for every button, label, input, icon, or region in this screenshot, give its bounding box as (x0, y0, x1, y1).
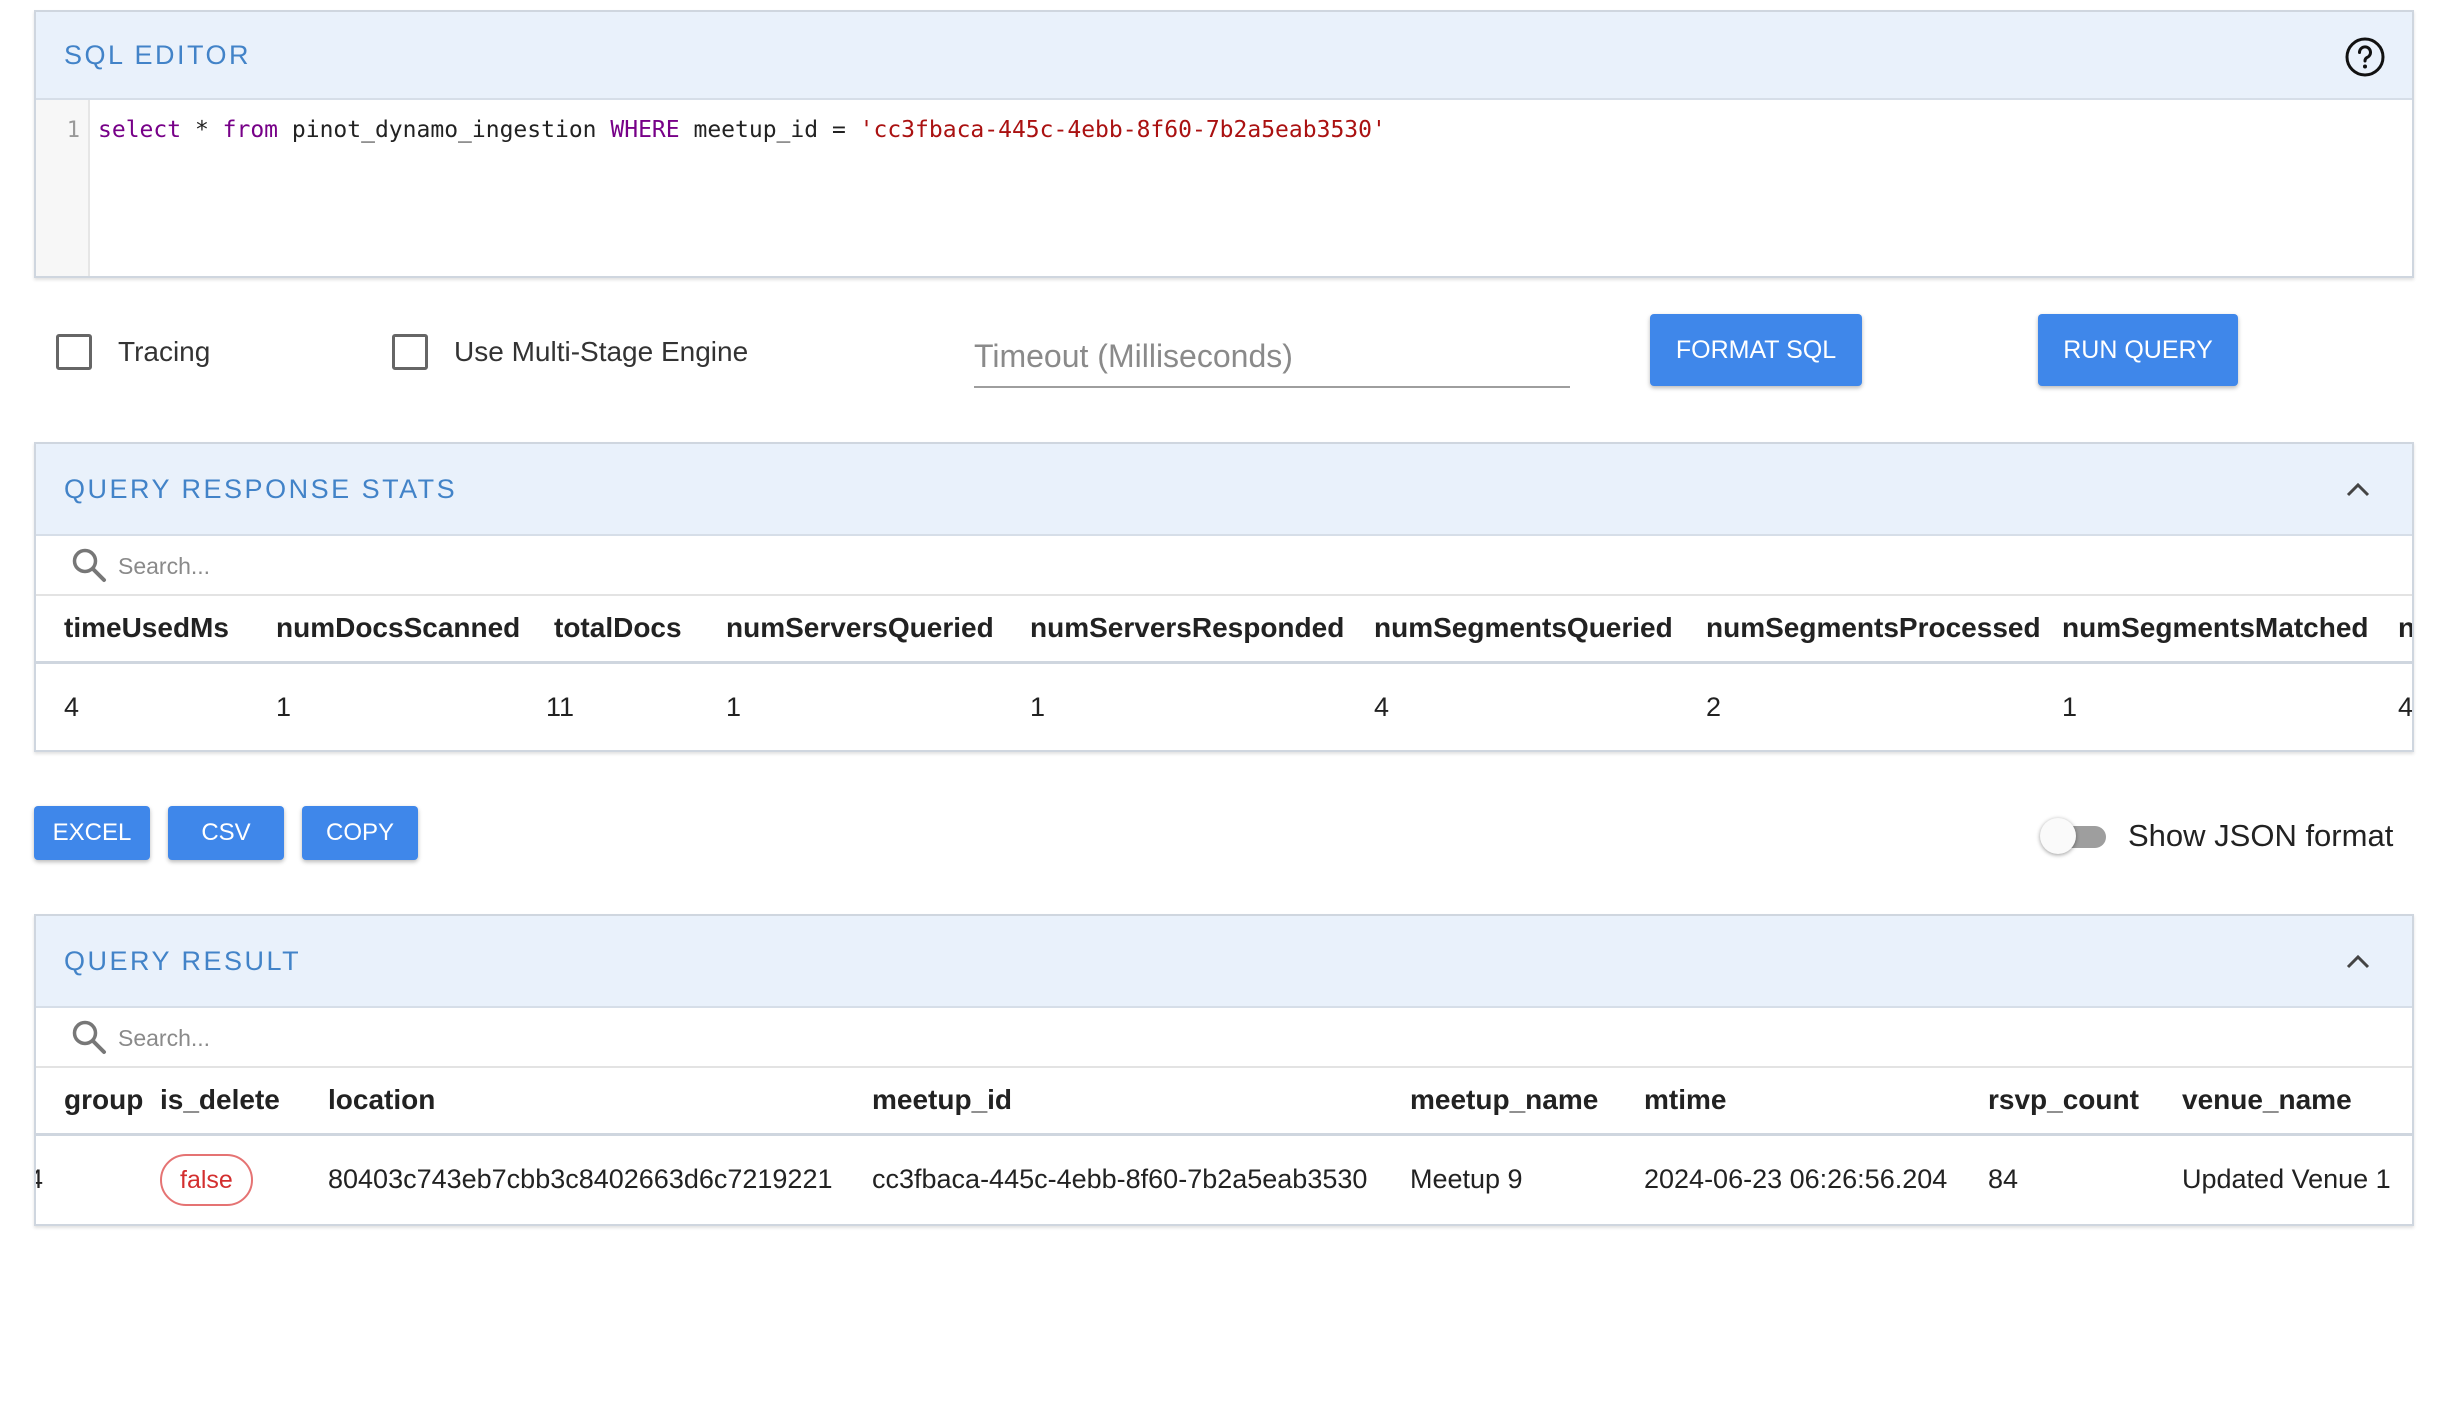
sql-token-keyword: from (222, 117, 279, 143)
chevron-up-icon[interactable] (2344, 948, 2372, 976)
stats-cell: 1 (726, 692, 742, 722)
result-col-header[interactable]: is_delete (160, 1084, 280, 1116)
toggle-thumb[interactable] (2040, 818, 2076, 854)
multistage-checkbox[interactable] (392, 334, 428, 370)
multistage-option[interactable]: Use Multi-Stage Engine (392, 334, 748, 370)
sql-token-string: 'cc3fbaca-445c-4ebb-8f60-7b2a5eab3530' (859, 117, 1386, 143)
search-icon (72, 548, 106, 582)
sql-token-keyword: WHERE (610, 117, 680, 143)
stats-col-header[interactable]: numDocsScanned (276, 612, 520, 644)
tracing-checkbox[interactable] (56, 334, 92, 370)
stats-col-header[interactable]: numServersResponded (1030, 612, 1344, 644)
sql-editor-title: SQL EDITOR (64, 40, 252, 70)
stats-cell: 1 (2062, 692, 2078, 722)
chevron-up-icon[interactable] (2344, 476, 2372, 504)
stats-col-header[interactable]: n (2398, 612, 2412, 644)
result-search-bar (36, 1008, 2412, 1068)
stats-search-bar (36, 536, 2412, 596)
run-query-button[interactable]: RUN QUERY (2038, 314, 2238, 386)
tracing-label: Tracing (118, 336, 211, 367)
table-row: 4 1 11 1 1 4 2 1 4 (36, 664, 2414, 750)
help-circle-icon[interactable] (2344, 36, 2386, 78)
result-col-header[interactable]: location (328, 1084, 435, 1116)
stats-col-header[interactable]: timeUsedMs (64, 612, 229, 644)
line-number: 1 (66, 118, 80, 143)
result-title: QUERY RESULT (64, 946, 302, 976)
stats-cell: 1 (1030, 692, 1046, 722)
sql-token-plain: * (181, 117, 223, 143)
result-col-header[interactable]: meetup_name (1410, 1084, 1598, 1116)
result-col-header[interactable]: venue_name (2182, 1084, 2352, 1116)
result-col-header[interactable]: mtime (1644, 1084, 1726, 1116)
result-col-header[interactable]: meetup_id (872, 1084, 1012, 1116)
timeout-input[interactable] (974, 326, 1570, 388)
stats-cell: 4 (1374, 692, 1390, 722)
stats-cell: 4 (64, 692, 80, 722)
stats-cell: 1 (276, 692, 292, 722)
sql-editor-panel: SQL EDITOR 1 select * from pinot_dynamo_… (34, 10, 2414, 278)
query-response-stats-panel: QUERY RESPONSE STATS timeUsedMs numDocsS… (34, 442, 2414, 752)
sql-token-keyword: select (98, 117, 182, 143)
stats-table: timeUsedMs numDocsScanned totalDocs numS… (36, 596, 2414, 750)
status-badge: false (160, 1154, 253, 1206)
result-cell-location: 80403c743eb7cbb3c8402663d6c7219221 (328, 1164, 833, 1194)
result-col-header[interactable]: rsvp_count (1988, 1084, 2139, 1116)
json-format-label: Show JSON format (2128, 818, 2394, 853)
stats-col-header[interactable]: numSegmentsMatched (2062, 612, 2369, 644)
result-cell-meetup-id: cc3fbaca-445c-4ebb-8f60-7b2a5eab3530 (872, 1164, 1368, 1194)
stats-table-header: timeUsedMs numDocsScanned totalDocs numS… (36, 596, 2412, 664)
result-cell-meetup-name: Meetup 9 (1410, 1164, 1523, 1194)
tracing-option[interactable]: Tracing (56, 334, 210, 370)
stats-search-input[interactable] (118, 548, 718, 584)
stats-cell: 4 (2398, 692, 2414, 722)
result-table-header: group is_delete location meetup_id meetu… (36, 1068, 2412, 1136)
result-cell-venue-name: Updated Venue 1 (2182, 1164, 2391, 1194)
query-result-panel: QUERY RESULT group is_delete location me… (34, 914, 2414, 1226)
format-sql-button[interactable]: FORMAT SQL (1650, 314, 1862, 386)
stats-col-header[interactable]: numServersQueried (726, 612, 994, 644)
editor-gutter: 1 (36, 100, 90, 276)
stats-cell: 2 (1706, 692, 1722, 722)
json-format-toggle[interactable] (2040, 818, 2108, 854)
copy-button[interactable]: COPY (302, 806, 418, 860)
sql-token-plain: meetup_id = (679, 117, 860, 143)
result-cell-mtime: 2024-06-23 06:26:56.204 (1644, 1164, 1948, 1194)
search-icon (72, 1020, 106, 1054)
csv-export-button[interactable]: CSV (168, 806, 284, 860)
result-cell-group: 4 (36, 1164, 43, 1195)
table-row: 4 false 80403c743eb7cbb3c8402663d6c72192… (36, 1136, 2412, 1224)
sql-editor-header: SQL EDITOR (36, 12, 2412, 100)
stats-col-header[interactable]: totalDocs (554, 612, 682, 644)
stats-cell: 11 (546, 692, 575, 722)
result-header[interactable]: QUERY RESULT (36, 916, 2412, 1008)
stats-col-header[interactable]: numSegmentsProcessed (1706, 612, 2041, 644)
result-search-input[interactable] (118, 1020, 718, 1056)
result-cell-rsvp-count: 84 (1988, 1164, 2019, 1194)
multistage-label: Use Multi-Stage Engine (454, 336, 749, 367)
excel-export-button[interactable]: EXCEL (34, 806, 150, 860)
sql-token-plain: pinot_dynamo_ingestion (278, 117, 611, 143)
stats-title: QUERY RESPONSE STATS (64, 474, 458, 504)
result-table: group is_delete location meetup_id meetu… (36, 1068, 2412, 1224)
stats-col-header[interactable]: numSegmentsQueried (1374, 612, 1673, 644)
result-col-header[interactable]: group (64, 1084, 143, 1116)
sql-code-editor[interactable]: 1 select * from pinot_dynamo_ingestion W… (36, 100, 2412, 276)
stats-header[interactable]: QUERY RESPONSE STATS (36, 444, 2412, 536)
sql-query-text[interactable]: select * from pinot_dynamo_ingestion WHE… (98, 117, 1386, 143)
